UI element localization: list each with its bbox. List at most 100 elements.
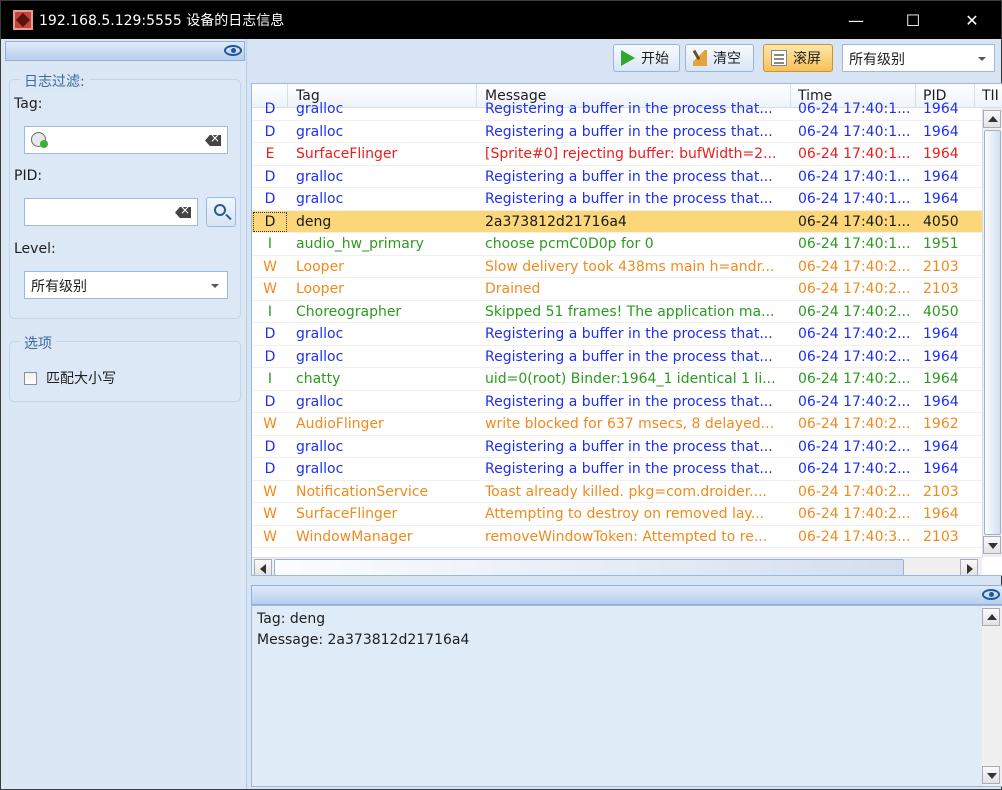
window-title: 192.168.5.129:5555 设备的日志信息: [39, 13, 285, 29]
pid-cell: 1964: [923, 101, 959, 117]
toolbar-level-select[interactable]: 所有级别: [842, 44, 995, 72]
time-cell: 06-24 17:40:1...: [798, 236, 911, 252]
chevron-down-icon: [211, 284, 219, 288]
message-cell: Registering a buffer in the process that…: [485, 168, 773, 185]
pid-cell: 1964: [923, 506, 959, 522]
table-row[interactable]: Dgralloc Registering a buffer in the proc…: [252, 166, 982, 188]
message-cell: uid=0(root) Binder:1964_1 identical 1 li…: [485, 371, 776, 387]
message-cell: [Sprite#0] rejecting buffer: bufWidth=2.…: [485, 146, 777, 162]
match-case-label[interactable]: 匹配大小写: [46, 368, 116, 388]
scroll-up-button[interactable]: [983, 110, 1001, 128]
time-cell: 06-24 17:40:2...: [798, 348, 911, 365]
time-cell: 06-24 17:40:2...: [798, 371, 911, 387]
level-cell: W: [263, 528, 277, 545]
pid-cell: 1951: [923, 236, 959, 252]
level-select[interactable]: 所有级别: [24, 271, 228, 299]
level-cell: W: [263, 416, 277, 432]
pid-cell: 2103: [923, 528, 959, 545]
table-row[interactable]: W Looper Slow delivery took 438ms main h=a…: [252, 256, 982, 278]
level-cell: D: [264, 348, 276, 365]
eye-icon[interactable]: [982, 589, 1000, 600]
match-case-checkbox[interactable]: [24, 372, 37, 385]
eye-icon[interactable]: [224, 45, 242, 56]
tag-cell: AudioFlinger: [296, 416, 384, 432]
history-icon[interactable]: [31, 132, 48, 148]
detail-message: Message: 2a373812d21716a4: [257, 632, 470, 648]
table-row[interactable]: Dgralloc Registering a buffer in the proc…: [252, 391, 982, 413]
table-row[interactable]: Dgralloc Registering a buffer in the proc…: [252, 121, 982, 143]
tag-cell: deng: [296, 213, 332, 230]
tag-cell: gralloc: [296, 191, 344, 207]
search-icon: [214, 204, 226, 216]
tag-cell: WindowManager: [296, 528, 413, 545]
clear-text-icon[interactable]: [175, 207, 191, 218]
search-button[interactable]: [206, 197, 236, 227]
scroll-left-button[interactable]: [254, 559, 272, 575]
table-row[interactable]: W AudioFlinger write blocked for 637 msecs…: [252, 413, 982, 436]
table-row[interactable]: Ichatty uid=0(root) Binder:1964_1 identic…: [252, 368, 982, 391]
pid-cell: 2103: [923, 483, 959, 500]
horizontal-scrollbar[interactable]: [252, 557, 982, 575]
message-cell: Toast already killed. pkg=com.droider...…: [485, 483, 767, 500]
table-row[interactable]: Dgralloc Registering a buffer in the proc…: [252, 346, 982, 368]
time-cell: 06-24 17:40:1...: [798, 168, 911, 185]
time-cell: 06-24 17:40:1...: [798, 146, 911, 162]
start-button[interactable]: 开始: [613, 44, 680, 72]
scroll-icon: [771, 50, 787, 66]
vertical-scroll-thumb[interactable]: [984, 130, 1001, 535]
clear-text-icon[interactable]: [205, 135, 221, 146]
message-cell: Attempting to destroy on removed lay...: [485, 506, 765, 522]
table-row[interactable]: W NotificationService Toast already killed…: [252, 481, 982, 503]
tag-cell: gralloc: [296, 123, 344, 140]
minimize-button[interactable]: —: [833, 1, 879, 39]
pid-cell: 1964: [923, 393, 959, 410]
detail-vertical-scrollbar[interactable]: [982, 606, 1002, 786]
pid-cell: 1964: [923, 326, 959, 342]
table-row[interactable]: Dgralloc Registering a buffer in the proc…: [252, 323, 982, 346]
level-cell: D: [264, 101, 276, 117]
scroll-toggle-button[interactable]: 滚屏: [763, 44, 833, 72]
message-cell: Registering a buffer in the process that…: [485, 101, 773, 117]
level-cell: W: [263, 506, 277, 522]
log-window: 192.168.5.129:5555 设备的日志信息 — ☐ ✕ 日志过滤: T…: [0, 0, 1002, 790]
time-cell: 06-24 17:40:2...: [798, 506, 911, 522]
table-row[interactable]: W WindowManager removeWindowToken: Attempt…: [252, 526, 982, 548]
level-cell: I: [267, 236, 273, 252]
scroll-down-button[interactable]: [983, 536, 1001, 554]
detail-scroll-up-button[interactable]: [982, 608, 1000, 626]
time-cell: 06-24 17:40:1...: [798, 101, 911, 117]
table-row[interactable]: Iaudio_hw_primary choose pcmC0D0p for 0 06…: [252, 233, 982, 256]
detail-tag: Tag: deng: [257, 611, 326, 627]
table-row[interactable]: Dgralloc Registering a buffer in the proc…: [252, 98, 982, 121]
message-cell: Skipped 51 frames! The application ma...: [485, 303, 775, 320]
table-row[interactable]: Dgralloc Registering a buffer in the proc…: [252, 188, 982, 211]
filter-panel: 日志过滤: Tag: PID: Level: 所有级别: [1, 39, 247, 789]
scroll-right-button[interactable]: [960, 559, 978, 575]
tag-cell: gralloc: [296, 438, 344, 455]
vertical-scrollbar[interactable]: [982, 108, 1002, 557]
tag-cell: chatty: [296, 371, 341, 387]
table-row[interactable]: E SurfaceFlinger [Sprite#0] rejecting buff…: [252, 143, 982, 166]
tag-input[interactable]: [24, 126, 228, 154]
detail-panel-header[interactable]: [251, 585, 1002, 605]
message-cell: Drained: [485, 281, 541, 297]
tag-cell: audio_hw_primary: [296, 236, 424, 252]
pid-input[interactable]: [24, 198, 198, 226]
clear-button[interactable]: 清空: [685, 44, 754, 72]
pid-cell: 1962: [923, 416, 959, 432]
message-cell: Registering a buffer in the process that…: [485, 438, 773, 455]
filter-panel-header[interactable]: [5, 41, 245, 61]
table-row[interactable]: Dgralloc Registering a buffer in the proc…: [252, 436, 982, 458]
horizontal-scroll-thumb[interactable]: [274, 559, 904, 575]
detail-scroll-down-button[interactable]: [982, 766, 1000, 784]
table-row[interactable]: Dgralloc Registering a buffer in the proc…: [252, 458, 982, 481]
table-row[interactable]: W Looper Drained 06-24 17:40:2... 2103: [252, 278, 982, 301]
close-button[interactable]: ✕: [949, 1, 995, 39]
table-row[interactable]: Ddeng 2a373812d21716a4 06-24 17:40:1... 405…: [252, 210, 982, 233]
tag-cell: gralloc: [296, 101, 344, 117]
maximize-button[interactable]: ☐: [890, 1, 936, 39]
broom-icon: [693, 50, 707, 66]
table-row[interactable]: W SurfaceFlinger Attempting to destroy on …: [252, 503, 982, 526]
message-cell: Slow delivery took 438ms main h=andr...: [485, 258, 775, 275]
table-row[interactable]: I Choreographer Skipped 51 frames! The app…: [252, 301, 982, 323]
